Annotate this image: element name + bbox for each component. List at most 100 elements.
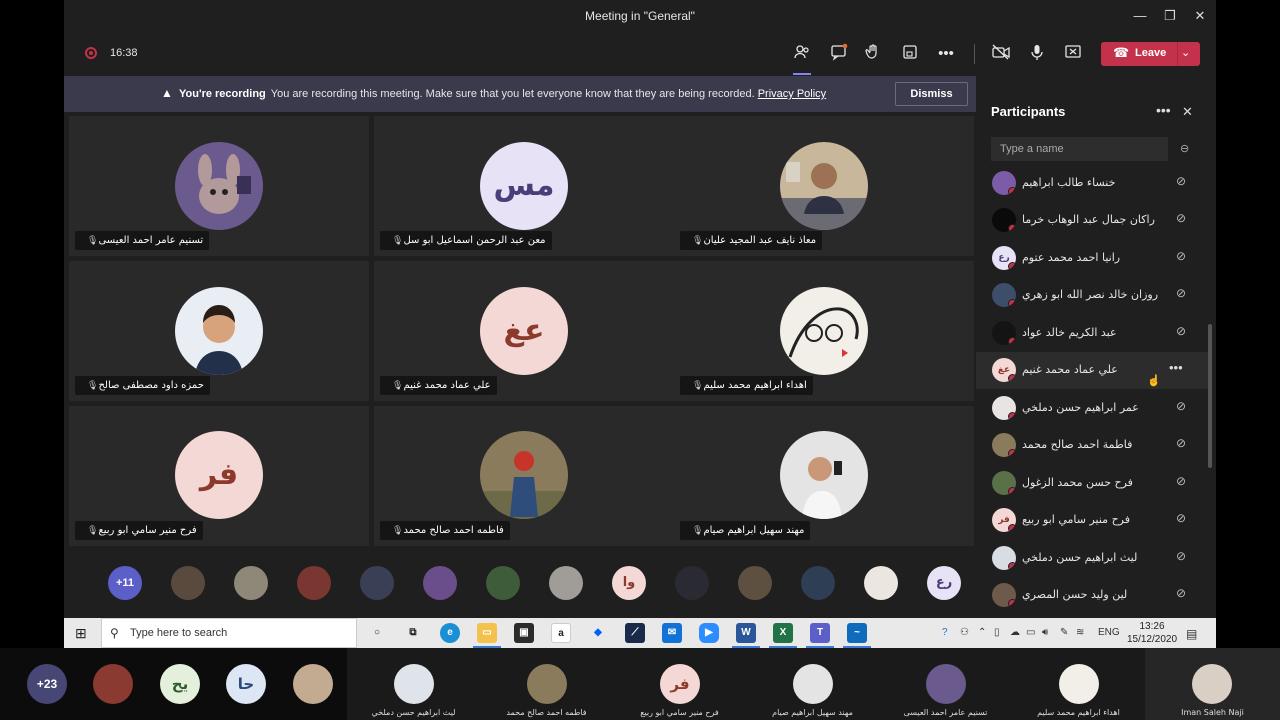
participant-thumbnail[interactable] [293, 664, 333, 704]
dropbox-icon[interactable]: ◆ [588, 623, 608, 643]
participant-initials-thumbnail[interactable]: وا [612, 566, 646, 600]
taskbar-clock[interactable]: 13:26 15/12/2020 [1122, 620, 1182, 646]
dismiss-button[interactable]: Dismiss [895, 82, 968, 106]
participant-thumbnail[interactable] [549, 566, 583, 600]
participant-thumbnail[interactable] [234, 566, 268, 600]
cortana-icon[interactable]: ○ [367, 623, 387, 643]
language-indicator[interactable]: ENG [1098, 627, 1120, 638]
camera-toggle-button[interactable] [990, 43, 1012, 65]
more-participants-badge[interactable]: +23 [27, 664, 67, 704]
participant-more-options-icon[interactable]: ••• [1169, 360, 1183, 375]
raise-hand-button[interactable] [862, 43, 884, 65]
word-icon[interactable]: W [732, 623, 760, 648]
video-tile[interactable]: فر فرح منير سامي ابو ربيع🎙︎ [69, 406, 369, 546]
video-tile[interactable]: فاطمه احمد صالح محمد🎙︎ [374, 406, 674, 546]
edge-icon[interactable]: e [440, 623, 460, 643]
participants-scrollbar[interactable] [1208, 324, 1212, 468]
minimize-button[interactable]: — [1131, 7, 1149, 25]
participant-row[interactable]: خنساء طالب ابراهيم ⊘ [976, 165, 1208, 202]
participant-thumbnail[interactable] [93, 664, 133, 704]
app-icon[interactable]: ⟋ [625, 623, 645, 643]
video-tile[interactable]: حمزه داود مصطفى صالح🎙︎ [69, 261, 369, 401]
participant-thumbnail[interactable] [171, 566, 205, 600]
participant-row[interactable]: راكان جمال عبد الوهاب خرما ⊘ [976, 202, 1208, 239]
participant-thumbnail[interactable] [360, 566, 394, 600]
video-tile[interactable]: معاذ نايف عبد المجيد عليان🎙︎ [674, 116, 974, 256]
leave-button[interactable]: ☎ Leave ⌄ [1101, 42, 1200, 66]
participant-initials-thumbnail[interactable]: يح [160, 664, 200, 704]
participant-initials: رع [998, 253, 1010, 263]
notifications-icon[interactable]: ▤ [1186, 627, 1197, 641]
video-tile[interactable]: مهند سهيل ابراهيم صيام🎙︎ [674, 406, 974, 546]
people-tray-icon[interactable]: ⚇ [960, 627, 969, 638]
video-tile[interactable]: مس معن عبد الرحمن اسماعيل ابو سل🎙︎ [374, 116, 674, 256]
more-actions-button[interactable]: ••• [935, 43, 957, 65]
participant-thumbnail[interactable] [675, 566, 709, 600]
zoom-icon[interactable]: ▶ [699, 623, 719, 643]
video-tile[interactable]: عغ علي عماد محمد غنيم🎙︎ [374, 261, 674, 401]
more-participants-button[interactable]: +11 [108, 566, 142, 600]
restore-button[interactable]: ❐ [1161, 7, 1179, 25]
participant-thumbnail[interactable] [486, 566, 520, 600]
participant-search-input[interactable] [991, 137, 1168, 161]
close-panel-icon[interactable]: ✕ [1182, 104, 1193, 120]
video-tile[interactable]: فاطمه احمد صالح محمد [480, 648, 613, 720]
participant-row[interactable]: ليث ابراهيم حسن دملخي ⊘ [976, 540, 1208, 577]
whiteboard-icon[interactable]: ~ [843, 623, 871, 648]
participant-thumbnail[interactable] [738, 566, 772, 600]
participant-thumbnail[interactable] [864, 566, 898, 600]
participant-thumbnail[interactable] [423, 566, 457, 600]
participant-row[interactable]: فرح حسن محمد الزغول ⊘ [976, 465, 1208, 502]
video-tile[interactable]: تسنيم عامر احمد العيسى🎙︎ [69, 116, 369, 256]
video-tile[interactable]: فر فرح منير سامي ابو ربيع [613, 648, 746, 720]
video-tile[interactable]: اهداء ابراهيم محمد سليم🎙︎ [674, 261, 974, 401]
mic-toggle-button[interactable] [1026, 43, 1048, 65]
participant-row[interactable]: عبد الكريم خالد عواد ⊘ [976, 315, 1208, 352]
link-icon[interactable]: ⊖ [1180, 142, 1189, 155]
participant-row[interactable]: روزان خالد نصر الله ابو زهري ⊘ [976, 277, 1208, 314]
chevron-up-icon[interactable]: ⌃ [978, 627, 986, 638]
wifi-icon[interactable]: ≋ [1076, 627, 1084, 638]
teams-icon[interactable]: T [806, 623, 834, 648]
volume-icon[interactable]: 🔊︎ [1042, 627, 1048, 638]
chevron-down-icon[interactable]: ⌄ [1181, 46, 1190, 59]
windows-start-icon[interactable]: ⊞ [75, 625, 87, 642]
video-tile[interactable]: مهند سهيل ابراهيم صيام [746, 648, 879, 720]
participant-initials-avatar: فر [992, 508, 1016, 532]
help-icon[interactable]: ? [942, 627, 948, 638]
excel-icon[interactable]: X [769, 623, 797, 648]
video-tile[interactable]: اهداء ابراهيم محمد سليم [1012, 648, 1145, 720]
onedrive-icon[interactable]: ☁ [1010, 627, 1020, 638]
usb-icon[interactable]: ▯ [994, 627, 1000, 638]
participant-row[interactable]: فر فرح منير سامي ابو ربيع ⊘ [976, 502, 1208, 539]
share-tray-button[interactable] [899, 43, 921, 65]
close-window-button[interactable]: ✕ [1191, 7, 1209, 25]
panel-more-options-icon[interactable]: ••• [1156, 102, 1171, 118]
show-participants-button[interactable] [791, 43, 813, 75]
participant-thumbnail[interactable] [297, 566, 331, 600]
participant-name-tag: حمزه داود مصطفى صالح🎙︎ [75, 376, 210, 395]
share-screen-button[interactable] [1062, 43, 1084, 65]
taskbar-search-box[interactable]: ⚲ Type here to search [101, 618, 357, 648]
file-explorer-icon[interactable]: ▭ [473, 623, 501, 648]
store-icon[interactable]: ▣ [514, 623, 534, 643]
participant-thumbnail[interactable] [801, 566, 835, 600]
video-tile[interactable]: تسنيم عامر احمد العيسى [879, 648, 1012, 720]
mail-icon[interactable]: ✉ [662, 623, 682, 643]
participant-row[interactable]: عمر ابراهيم حسن دملخي ⊘ [976, 390, 1208, 427]
task-view-icon[interactable]: ⧉ [403, 623, 423, 643]
participant-initials-thumbnail[interactable]: رع [927, 566, 961, 600]
amazon-icon[interactable]: a [551, 623, 571, 643]
self-video-tile[interactable]: Iman Saleh Naji [1145, 648, 1280, 720]
mic-off-icon: 🎙︎ [392, 526, 404, 536]
participant-row[interactable]: فاطمة احمد صالح محمد ⊘ [976, 427, 1208, 464]
network-icon[interactable]: ▭ [1026, 627, 1035, 638]
privacy-policy-link[interactable]: Privacy Policy [758, 88, 826, 100]
video-tile[interactable]: ليث ابراهيم حسن دملخي [347, 648, 480, 720]
show-conversation-button[interactable] [828, 43, 850, 65]
participant-row[interactable]: رع رانيا احمد محمد عتوم ⊘ [976, 240, 1208, 277]
participant-row[interactable]: لين وليد حسن المصري ⊘ [976, 577, 1208, 614]
participant-initials-thumbnail[interactable]: حا [226, 664, 266, 704]
participant-row-hovered[interactable]: عغ علي عماد محمد غنيم ••• ☝ [976, 352, 1208, 389]
pen-icon[interactable]: ✎ [1060, 627, 1068, 638]
